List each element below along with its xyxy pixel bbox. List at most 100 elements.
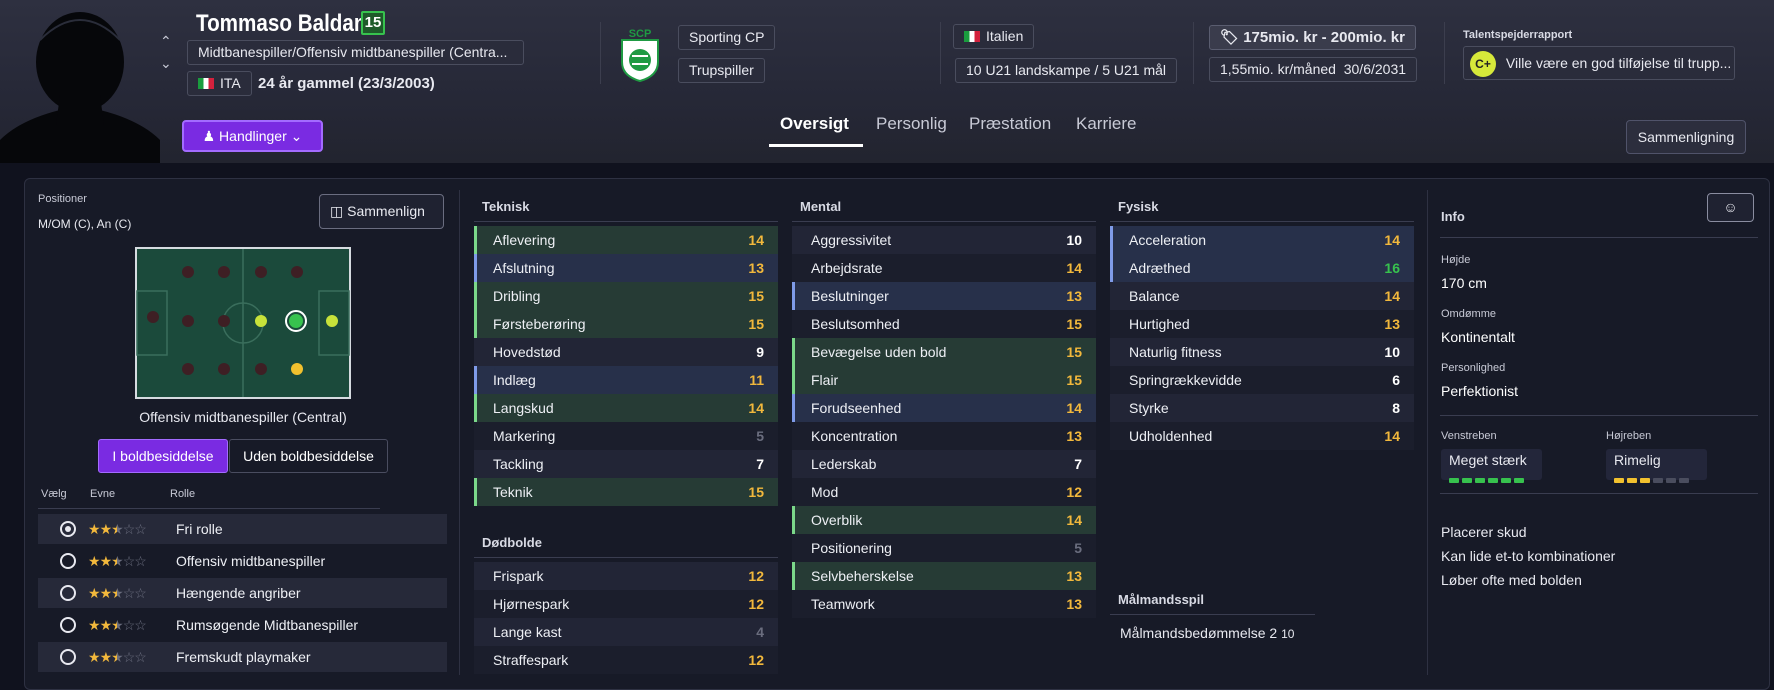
foot-strength-bar xyxy=(1666,478,1676,483)
position-pitch xyxy=(135,247,351,404)
attribute-row[interactable]: Beslutninger 13 xyxy=(792,282,1096,310)
attribute-row[interactable]: Straffespark 12 xyxy=(474,646,778,674)
squad-status-chip: Trupspiller xyxy=(678,58,765,83)
divider xyxy=(1110,614,1315,615)
player-age: 24 år gammel (23/3/2003) xyxy=(258,75,435,92)
attribute-name: Straffespark xyxy=(493,652,569,668)
attribute-name: Flair xyxy=(811,372,839,388)
attribute-row[interactable]: Tackling 7 xyxy=(474,450,778,478)
attribute-row[interactable]: Lederskab 7 xyxy=(792,450,1096,478)
attribute-row[interactable]: Hovedstød 9 xyxy=(474,338,778,366)
attribute-row[interactable]: Flair 15 xyxy=(792,366,1096,394)
actions-button[interactable]: ♟ Handlinger ⌄ xyxy=(182,120,323,152)
mental-title: Mental xyxy=(800,199,842,214)
scout-report-chip[interactable]: C+ Ville være en god tilføjelse til trup… xyxy=(1463,46,1735,80)
role-row[interactable]: ★★★☆☆ Fremskudt playmaker xyxy=(38,642,447,672)
attribute-row[interactable]: Beslutsomhed 15 xyxy=(792,310,1096,338)
attribute-name: Hurtighed xyxy=(1129,316,1190,332)
tab-career[interactable]: Karriere xyxy=(1076,114,1136,134)
in-possession-toggle[interactable]: I boldbesiddelse xyxy=(98,439,228,473)
attribute-row[interactable]: Teknik 15 xyxy=(474,478,778,506)
role-radio[interactable] xyxy=(60,649,76,665)
role-radio[interactable] xyxy=(60,521,76,537)
actions-label: Handlinger xyxy=(219,128,287,144)
attribute-row[interactable]: Overblik 14 xyxy=(792,506,1096,534)
foot-strength-bar xyxy=(1679,478,1689,483)
attribute-row[interactable]: Koncentration 13 xyxy=(792,422,1096,450)
attribute-row[interactable]: Adræthed 16 xyxy=(1110,254,1414,282)
attribute-name: Indlæg xyxy=(493,372,536,388)
attribute-row[interactable]: Arbejdsrate 14 xyxy=(792,254,1096,282)
positions-label: Positioner xyxy=(38,193,87,205)
technical-title: Teknisk xyxy=(482,199,530,214)
attribute-row[interactable]: Positionering 5 xyxy=(792,534,1096,562)
attribute-name: Markering xyxy=(493,428,556,444)
attribute-name: Positionering xyxy=(811,540,892,556)
role-row[interactable]: ★★★☆☆ Hængende angriber xyxy=(38,578,447,608)
attribute-row[interactable]: Frispark 12 xyxy=(474,562,778,590)
contract-expiry: 30/6/2031 xyxy=(1343,61,1407,77)
crest-text: SCP xyxy=(629,28,652,40)
role-radio[interactable] xyxy=(60,585,76,601)
role-radio[interactable] xyxy=(60,553,76,569)
attribute-row[interactable]: Balance 14 xyxy=(1110,282,1414,310)
attribute-name: Acceleration xyxy=(1129,232,1207,248)
role-ability-stars: ★★★☆☆ xyxy=(88,553,147,569)
attribute-row[interactable]: Lange kast 4 xyxy=(474,618,778,646)
attribute-row[interactable]: Udholdenhed 14 xyxy=(1110,422,1414,450)
attribute-row[interactable]: Førsteberøring 15 xyxy=(474,310,778,338)
role-radio[interactable] xyxy=(60,617,76,633)
attribute-row[interactable]: Bevægelse uden bold 15 xyxy=(792,338,1096,366)
attribute-row[interactable]: Styrke 8 xyxy=(1110,394,1414,422)
tab-overview[interactable]: Oversigt xyxy=(780,114,849,134)
attribute-value: 13 xyxy=(1384,316,1400,332)
role-row[interactable]: ★★★☆☆ Rumsøgende Midtbanespiller xyxy=(38,610,447,640)
club-crest[interactable]: SCP xyxy=(618,26,662,87)
attribute-value: 5 xyxy=(756,428,764,444)
attribute-row[interactable]: Hjørnespark 12 xyxy=(474,590,778,618)
attribute-name: Forudseenhed xyxy=(811,400,902,416)
attribute-value: 14 xyxy=(748,400,764,416)
attribute-value: 13 xyxy=(748,260,764,276)
attribute-row[interactable]: Langskud 14 xyxy=(474,394,778,422)
role-row[interactable]: ★★★☆☆ Offensiv midtbanespiller xyxy=(38,546,447,576)
attribute-value: 13 xyxy=(1066,596,1082,612)
tab-personal[interactable]: Personlig xyxy=(876,114,947,134)
attribute-row[interactable]: Naturlig fitness 10 xyxy=(1110,338,1414,366)
transfer-value-chip: 🏷︎ 175mio. kr - 200mio. kr xyxy=(1209,25,1416,50)
attribute-row[interactable]: Acceleration 14 xyxy=(1110,226,1414,254)
attribute-row[interactable]: Springrækkevidde 6 xyxy=(1110,366,1414,394)
nation-name: Italien xyxy=(986,28,1024,44)
attribute-row[interactable]: Hurtighed 13 xyxy=(1110,310,1414,338)
attribute-value: 14 xyxy=(1384,232,1400,248)
attribute-row[interactable]: Dribling 15 xyxy=(474,282,778,310)
attribute-value: 10 xyxy=(1066,232,1082,248)
attribute-row[interactable]: Indlæg 11 xyxy=(474,366,778,394)
attribute-row[interactable]: Afslutning 13 xyxy=(474,254,778,282)
comparison-button[interactable]: Sammenligning xyxy=(1626,120,1746,154)
attribute-row[interactable]: Forudseenhed 14 xyxy=(792,394,1096,422)
attribute-row[interactable]: Markering 5 xyxy=(474,422,778,450)
attribute-row[interactable]: Teamwork 13 xyxy=(792,590,1096,618)
right-foot-bars xyxy=(1614,470,1699,486)
attribute-name: Beslutsomhed xyxy=(811,316,900,332)
next-player-icon[interactable]: ⌄ xyxy=(160,55,172,72)
foot-strength-bar xyxy=(1462,478,1472,483)
attribute-row[interactable]: Aggressivitet 10 xyxy=(792,226,1096,254)
role-row[interactable]: ★★★☆☆ Fri rolle xyxy=(38,514,447,544)
compare-positions-button[interactable]: ◫ Sammenlign xyxy=(319,194,444,229)
nation-chip[interactable]: Italien xyxy=(953,24,1035,49)
club-name-chip[interactable]: Sporting CP xyxy=(678,25,776,50)
player-card-icon[interactable]: ☺ xyxy=(1707,193,1754,222)
tab-performance[interactable]: Præstation xyxy=(969,114,1051,134)
attribute-row[interactable]: Aflevering 14 xyxy=(474,226,778,254)
left-foot-value: Meget stærk xyxy=(1449,452,1527,468)
previous-player-icon[interactable]: ⌃ xyxy=(160,33,172,50)
attribute-value: 15 xyxy=(748,288,764,304)
attribute-row[interactable]: Mod 12 xyxy=(792,478,1096,506)
out-of-possession-toggle[interactable]: Uden boldbesiddelse xyxy=(229,439,388,473)
italy-flag-icon xyxy=(964,31,980,42)
attribute-name: Aflevering xyxy=(493,232,556,248)
attribute-name: Overblik xyxy=(811,512,863,528)
attribute-row[interactable]: Selvbeherskelse 13 xyxy=(792,562,1096,590)
